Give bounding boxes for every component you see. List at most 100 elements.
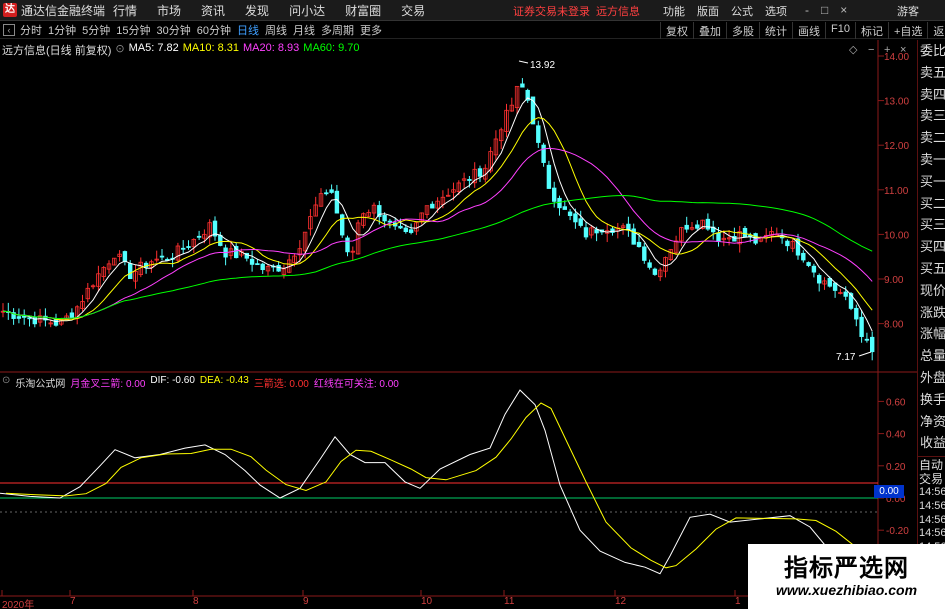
candle <box>854 304 859 327</box>
close-panel-icon[interactable]: × <box>900 44 906 56</box>
tool-overlay[interactable]: 叠加 <box>693 22 726 39</box>
candle <box>695 220 700 231</box>
period-weekly[interactable]: 周线 <box>262 22 290 38</box>
maximize-button[interactable]: □ <box>821 3 828 17</box>
price-tick: 13.00 <box>884 97 909 108</box>
candle <box>546 160 552 189</box>
tool-draw-line[interactable]: 画线 <box>792 22 825 39</box>
candle <box>832 282 838 298</box>
minimize-button[interactable]: - <box>805 3 809 17</box>
settings-icon[interactable]: ⊙ <box>115 42 124 58</box>
candle <box>445 188 451 197</box>
candle <box>101 266 106 281</box>
candle <box>324 189 329 196</box>
menu-options[interactable]: 选项 <box>765 3 787 19</box>
price-axis: 14.0013.0012.0011.0010.009.008.00 <box>878 52 909 331</box>
low-price-label: 7.17 <box>836 352 856 363</box>
moving-averages <box>2 97 873 332</box>
price-tick: 11.00 <box>884 186 909 197</box>
zoom-in-icon[interactable]: + <box>884 44 890 56</box>
tool-back[interactable]: 返回 <box>927 22 945 39</box>
candle <box>477 165 483 182</box>
menu-trade[interactable]: 交易 <box>401 2 425 19</box>
kline-chart[interactable]: 14.0013.0012.0011.0010.009.008.00 0.600.… <box>0 40 945 609</box>
candle <box>647 259 652 270</box>
tool-mark[interactable]: 标记 <box>854 22 888 39</box>
menu-wealth-circle[interactable]: 财富圈 <box>345 2 381 19</box>
ma10-value: MA10: 8.31 <box>182 42 240 54</box>
menu-ask-xiaoda[interactable]: 问小达 <box>289 2 325 19</box>
period-daily[interactable]: 日线 <box>234 22 262 38</box>
candle <box>525 88 530 103</box>
candle <box>180 240 186 254</box>
diamond-icon[interactable]: ◇ <box>849 44 858 56</box>
period-15min[interactable]: 15分钟 <box>113 22 153 38</box>
tool-adjust[interactable]: 复权 <box>660 22 693 39</box>
title-bar: 达 通达信金融终端 行情 市场 资讯 发现 问小达 财富圈 交易 证券交易未登录… <box>0 0 945 21</box>
date-tick: 12 <box>615 596 627 607</box>
candle <box>578 210 583 228</box>
indicator-name[interactable]: 乐淘公式网 <box>15 375 65 390</box>
period-1min[interactable]: 1分钟 <box>45 22 79 38</box>
menu-news[interactable]: 资讯 <box>201 2 225 19</box>
chart-grid <box>0 40 917 597</box>
quote-field: 卖二 <box>920 130 945 146</box>
candle <box>626 216 631 237</box>
period-multi[interactable]: 多周期 <box>318 22 357 38</box>
period-monthly[interactable]: 月线 <box>290 22 318 38</box>
menu-formula[interactable]: 公式 <box>731 3 753 19</box>
dif-line <box>0 389 874 595</box>
menu-quotes[interactable]: 行情 <box>113 2 137 19</box>
candle <box>175 242 181 263</box>
candle <box>870 331 875 361</box>
candle <box>711 220 716 240</box>
watermark-title: 指标严选网 <box>784 555 909 582</box>
period-more[interactable]: 更多 <box>357 22 385 38</box>
candle <box>318 188 324 207</box>
period-intraday[interactable]: 分时 <box>17 22 45 38</box>
candle <box>859 310 864 343</box>
candle <box>96 265 101 292</box>
tool-add-watchlist[interactable]: +自选 <box>887 22 927 39</box>
candle <box>541 142 546 167</box>
quote-field: 净资 <box>920 413 945 429</box>
candle <box>149 259 154 273</box>
tool-statistics[interactable]: 统计 <box>759 22 792 39</box>
menu-discover[interactable]: 发现 <box>245 2 269 19</box>
date-tick: 10 <box>421 596 433 607</box>
candle <box>790 238 795 253</box>
quote-field: 买三 <box>920 217 945 233</box>
menu-layout[interactable]: 版面 <box>697 3 719 19</box>
menu-market[interactable]: 市场 <box>157 2 181 19</box>
candle <box>652 267 658 276</box>
candle <box>509 97 514 112</box>
quote-field: 涨幅 <box>920 326 945 342</box>
candle <box>371 202 377 221</box>
indicator-settings-icon[interactable]: ⊙ <box>2 375 10 390</box>
candle <box>186 240 191 250</box>
tool-f10[interactable]: F10 <box>825 22 855 39</box>
menu-functions[interactable]: 功能 <box>663 3 685 19</box>
ma5-value: MA5: 7.82 <box>128 42 179 54</box>
candle <box>133 264 138 289</box>
ma60-line <box>2 194 873 319</box>
expand-panel-icon[interactable]: ‹ <box>3 24 15 36</box>
quote-field: 现价 <box>920 282 945 298</box>
login-notice: 证券交易未登录 远方信息 <box>513 3 640 19</box>
price-annotations: 13.92 7.17 <box>518 60 872 363</box>
zoom-out-icon[interactable]: − <box>868 44 874 56</box>
close-button[interactable]: × <box>840 3 847 17</box>
period-5min[interactable]: 5分钟 <box>79 22 113 38</box>
period-30min[interactable]: 30分钟 <box>154 22 194 38</box>
right-menu: 功能 版面 公式 选项 <box>663 3 787 19</box>
guest-user[interactable]: 游客 <box>897 3 919 19</box>
candle <box>223 244 228 266</box>
candle <box>795 233 801 260</box>
indicator-dif: DIF: -0.60 <box>150 375 195 386</box>
candle <box>742 226 748 238</box>
tool-multi-stock[interactable]: 多股 <box>726 22 759 39</box>
candle <box>493 130 499 161</box>
period-60min[interactable]: 60分钟 <box>194 22 234 38</box>
candle <box>21 309 27 325</box>
trade-login-status[interactable]: 证券交易未登录 <box>513 3 590 19</box>
